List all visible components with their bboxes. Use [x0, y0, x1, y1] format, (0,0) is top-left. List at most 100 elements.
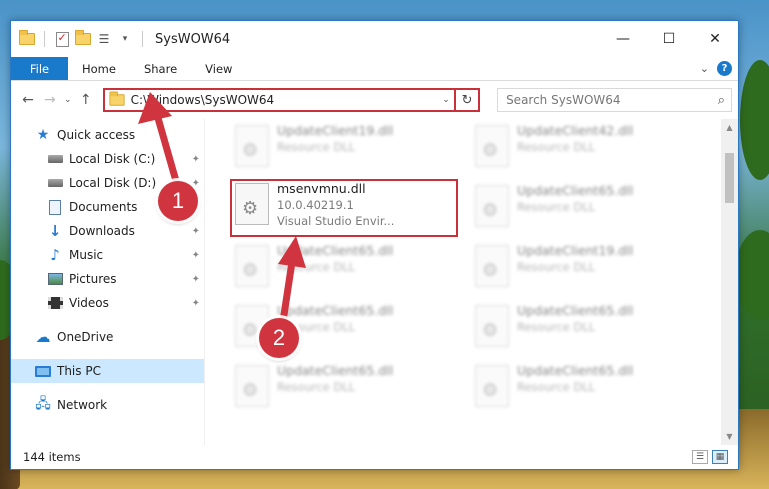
this-pc-icon: [35, 363, 51, 379]
sidebar-item-label: Videos: [69, 296, 109, 310]
pin-icon[interactable]: ✦: [192, 154, 200, 165]
address-path[interactable]: C:\Windows\SysWOW64: [131, 93, 275, 107]
up-button[interactable]: ↑: [75, 88, 97, 112]
back-button[interactable]: ←: [17, 88, 39, 112]
tab-file[interactable]: File: [11, 57, 68, 80]
details-view-icon[interactable]: ☰: [692, 450, 708, 464]
step-badge-2: 2: [259, 318, 299, 358]
step-badge-1: 1: [158, 181, 198, 221]
search-box[interactable]: Search SysWOW64 ⌕: [497, 88, 733, 112]
pin-icon[interactable]: ✦: [192, 250, 200, 261]
network-icon: 🖧: [35, 396, 51, 412]
file-type: Resource DLL: [277, 140, 356, 154]
file-name: UpdateClient42.dll: [517, 123, 634, 138]
file-type: Resource DLL: [517, 200, 596, 214]
sidebar-item-videos[interactable]: Videos ✦: [11, 291, 204, 315]
navigation-bar: ← → ⌄ ↑ C:\Windows\SysWOW64 ⌄ ↻ Search S…: [11, 81, 738, 119]
file-name: UpdateClient65.dll: [277, 303, 394, 318]
file-list: UpdateClient19.dll Resource DLL msenvmnu…: [205, 119, 738, 445]
sidebar-item-label: Local Disk (D:): [69, 176, 157, 190]
dll-file-icon: [475, 365, 509, 407]
file-type: Resource DLL: [517, 140, 596, 154]
file-name: UpdateClient19.dll: [277, 123, 394, 138]
view-options-icon[interactable]: ☰: [96, 31, 112, 47]
tiles-view-icon[interactable]: ▦: [712, 450, 728, 464]
sidebar-item-label: OneDrive: [57, 330, 114, 344]
sidebar-item-quick-access[interactable]: ★ Quick access: [11, 123, 204, 147]
toolbar-divider: [44, 31, 45, 47]
file-name: UpdateClient65.dll: [517, 303, 634, 318]
file-type: Resource DLL: [277, 380, 356, 394]
close-button[interactable]: ✕: [692, 21, 738, 57]
sidebar-item-downloads[interactable]: ↓ Downloads ✦: [11, 219, 204, 243]
forward-button[interactable]: →: [39, 88, 61, 112]
file-item[interactable]: UpdateClient65.dll Resource DLL: [475, 363, 699, 419]
file-item[interactable]: UpdateClient65.dll Resource DLL: [475, 303, 699, 359]
maximize-button[interactable]: ☐: [646, 21, 692, 57]
minimize-button[interactable]: —: [600, 21, 646, 57]
star-icon: ★: [36, 127, 50, 143]
properties-icon[interactable]: [54, 31, 70, 47]
tab-home[interactable]: Home: [68, 57, 130, 80]
sidebar-item-music[interactable]: ♪ Music ✦: [11, 243, 204, 267]
dll-file-icon: [235, 365, 269, 407]
pin-icon[interactable]: ✦: [192, 226, 200, 237]
file-item[interactable]: UpdateClient65.dll Resource DLL: [475, 183, 699, 239]
expand-ribbon-icon[interactable]: ⌄: [700, 62, 709, 75]
palm-leaf: [740, 60, 769, 180]
palm-leaf: [735, 230, 769, 320]
tab-view[interactable]: View: [191, 57, 246, 80]
sidebar-item-pictures[interactable]: Pictures ✦: [11, 267, 204, 291]
file-highlight-box: [230, 179, 458, 237]
search-icon[interactable]: ⌕: [718, 93, 725, 108]
file-explorer-window: ☰ ▾ SysWOW64 — ☐ ✕ File Home Share View …: [10, 20, 739, 470]
pin-icon[interactable]: ✦: [192, 274, 200, 285]
view-switcher: ☰ ▦: [692, 450, 738, 464]
drive-icon: [47, 151, 63, 167]
folder-icon: [109, 91, 125, 106]
dll-file-icon: [475, 125, 509, 167]
file-item[interactable]: UpdateClient65.dll Resource DLL: [235, 363, 459, 419]
address-bar[interactable]: C:\Windows\SysWOW64 ⌄ ↻: [102, 88, 481, 112]
refresh-button[interactable]: ↻: [456, 88, 481, 112]
item-count: 144 items: [23, 450, 81, 464]
dll-file-icon: [235, 125, 269, 167]
quick-access-toolbar: ☰ ▾: [11, 30, 147, 47]
file-type: Resource DLL: [517, 380, 596, 394]
file-type: Resource DLL: [517, 320, 596, 334]
dll-file-icon: [475, 185, 509, 227]
sidebar-item-onedrive[interactable]: ☁ OneDrive: [11, 325, 204, 349]
scroll-down-icon[interactable]: ▼: [721, 428, 738, 445]
address-dropdown-icon[interactable]: ⌄: [438, 95, 454, 105]
sidebar-item-label: Quick access: [57, 128, 136, 142]
dll-file-icon: [475, 245, 509, 287]
file-item[interactable]: UpdateClient19.dll Resource DLL: [475, 243, 699, 299]
folder-icon: [19, 30, 35, 47]
sidebar-item-this-pc[interactable]: This PC: [11, 359, 204, 383]
tab-share[interactable]: Share: [130, 57, 191, 80]
sidebar-item-label: Local Disk (C:): [69, 152, 156, 166]
search-input[interactable]: Search SysWOW64: [506, 93, 620, 107]
window-title: SysWOW64: [155, 31, 231, 47]
vertical-scrollbar[interactable]: ▲ ▼: [721, 119, 738, 445]
file-item[interactable]: UpdateClient42.dll Resource DLL: [475, 123, 699, 179]
main-area: ★ Quick access Local Disk (C:) ✦ Local D…: [11, 119, 738, 445]
customize-toolbar-icon[interactable]: ▾: [117, 31, 133, 47]
file-item[interactable]: UpdateClient65.dll Resource DLL: [235, 243, 459, 299]
onedrive-icon: ☁: [35, 328, 51, 346]
sidebar-item-local-disk-c[interactable]: Local Disk (C:) ✦: [11, 147, 204, 171]
sidebar-item-network[interactable]: 🖧 Network: [11, 393, 204, 417]
ribbon-right: ⌄ ?: [700, 57, 738, 80]
scroll-thumb[interactable]: [725, 153, 734, 203]
file-name: UpdateClient19.dll: [517, 243, 634, 258]
file-item[interactable]: UpdateClient19.dll Resource DLL: [235, 123, 459, 179]
pin-icon[interactable]: ✦: [192, 298, 200, 309]
scroll-up-icon[interactable]: ▲: [721, 119, 738, 136]
help-icon[interactable]: ?: [717, 61, 732, 76]
new-folder-icon[interactable]: [75, 30, 91, 47]
sidebar-item-label: Documents: [69, 200, 138, 214]
sidebar-item-label: This PC: [57, 364, 101, 378]
pictures-icon: [47, 271, 63, 287]
recent-locations-button[interactable]: ⌄: [61, 88, 75, 112]
